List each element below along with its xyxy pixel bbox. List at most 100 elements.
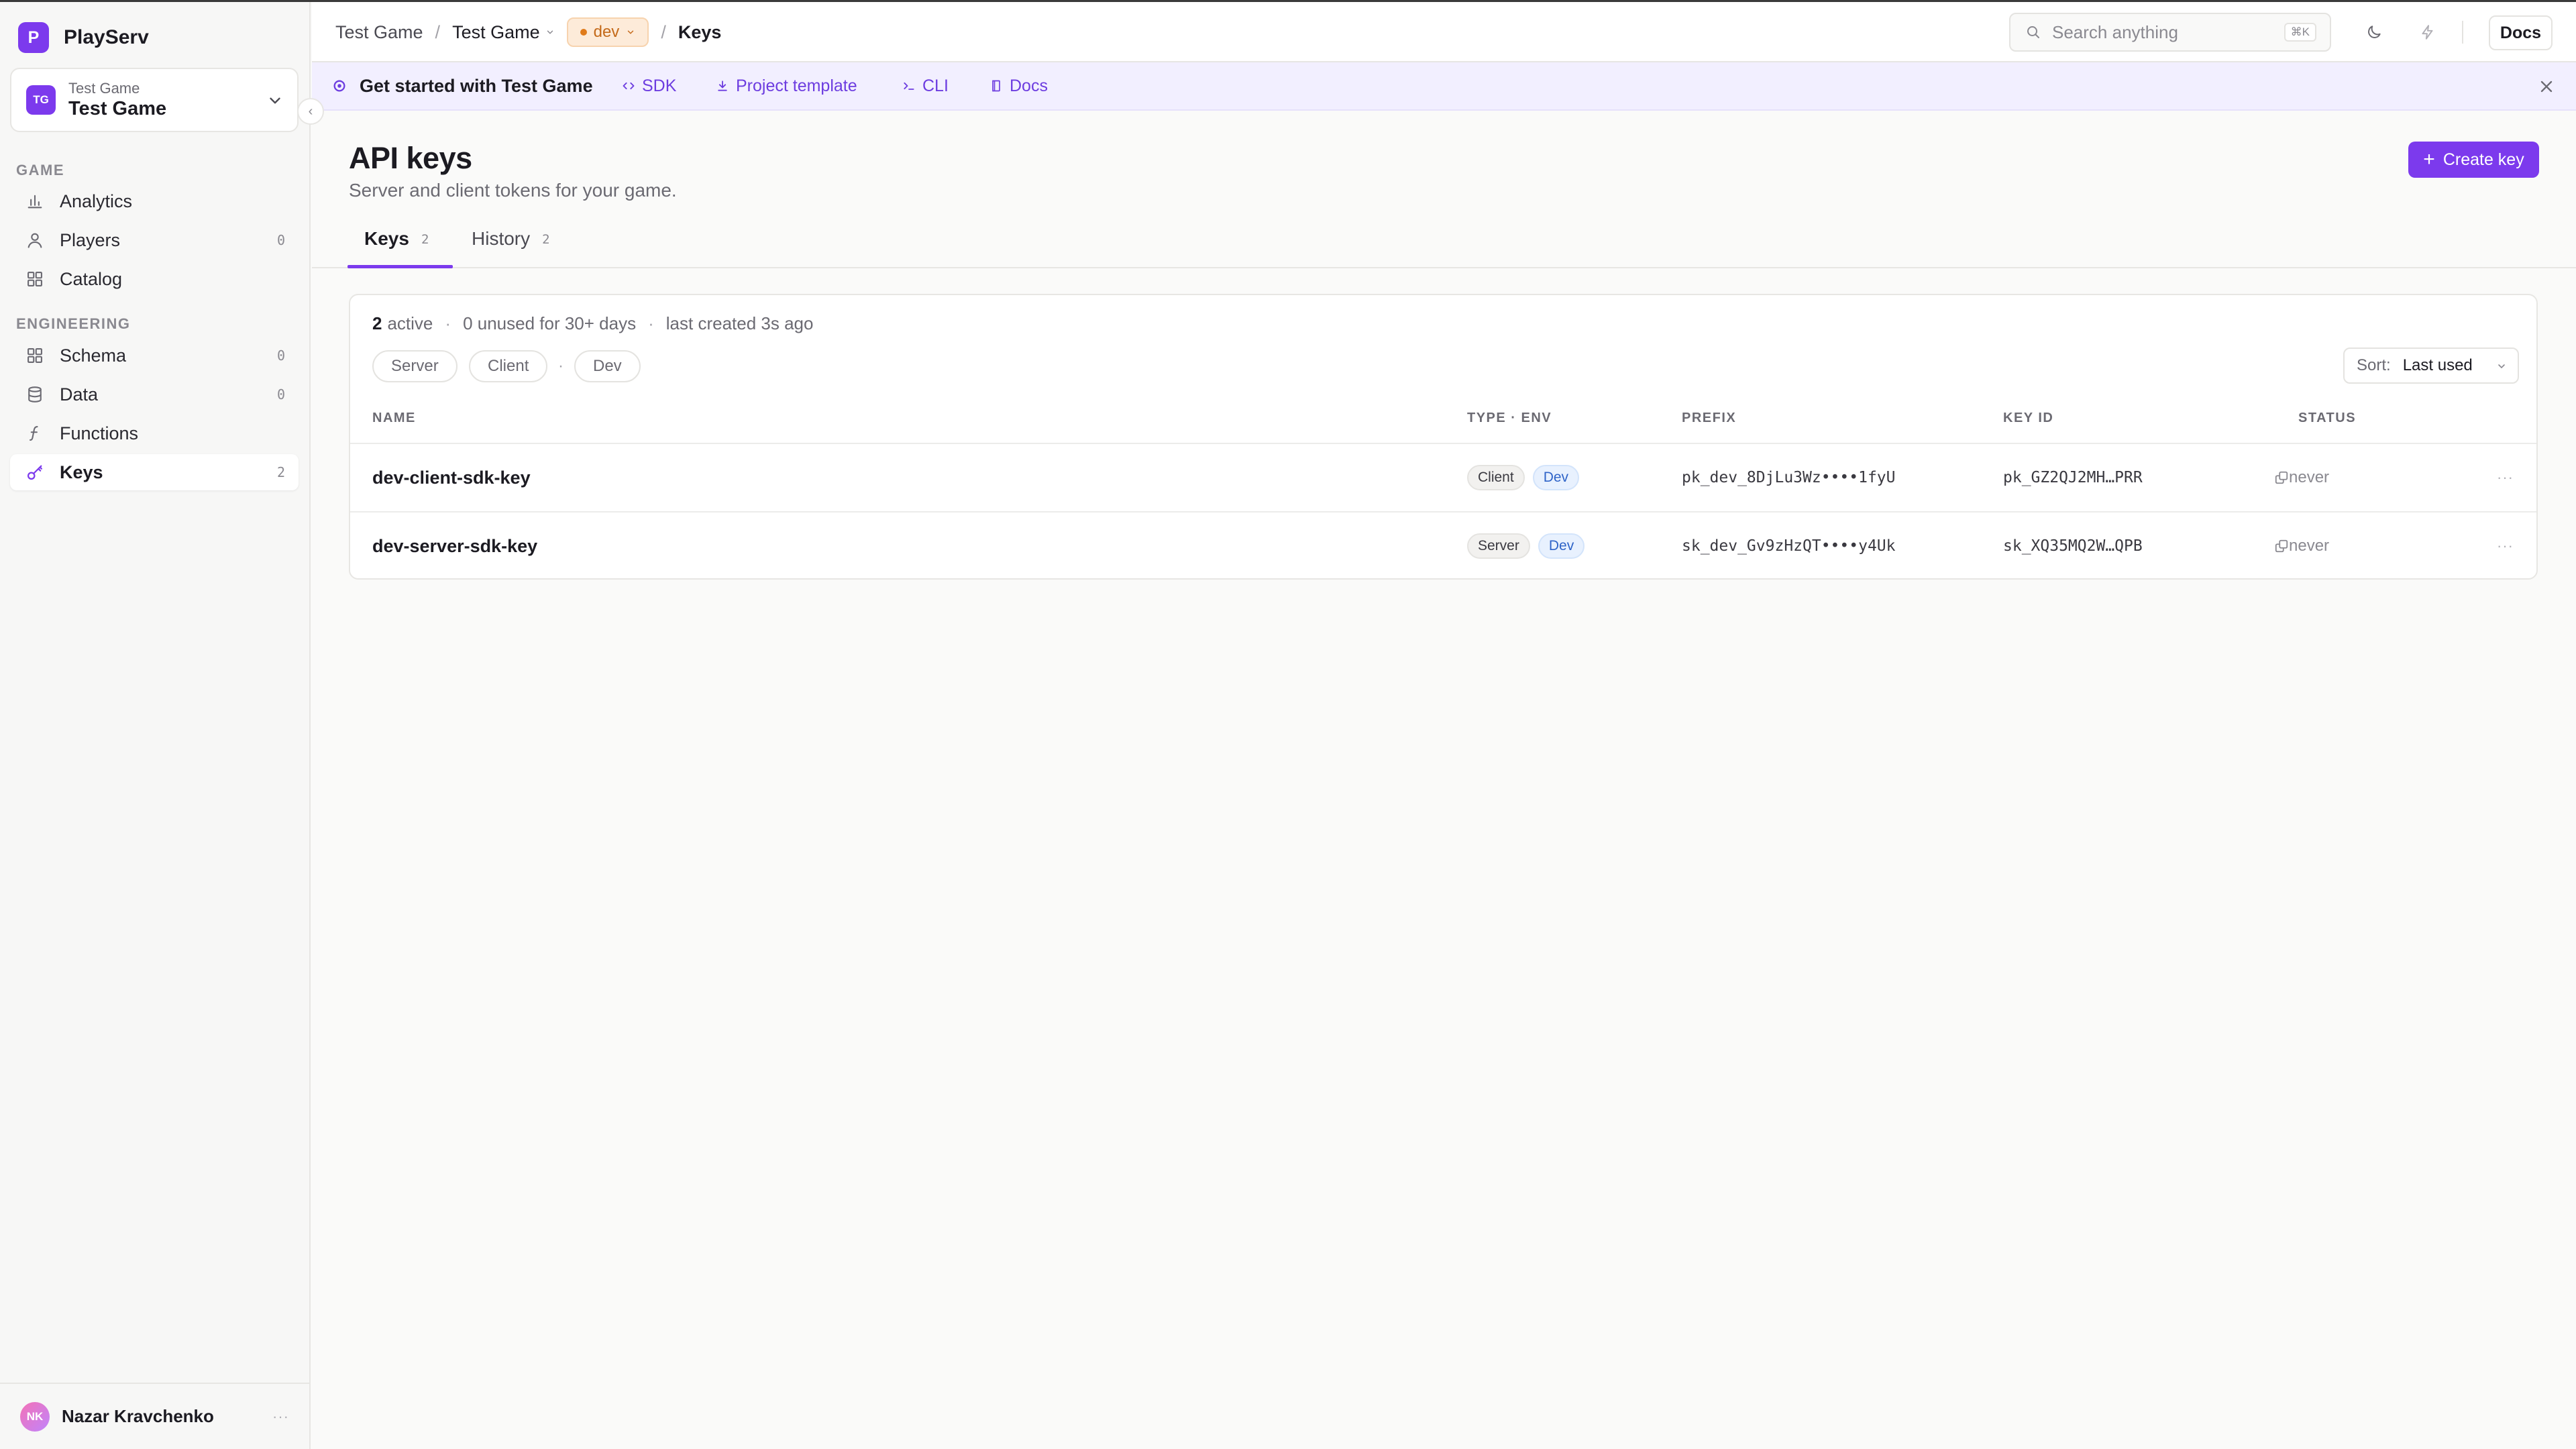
project-subtitle: Test Game: [68, 80, 140, 97]
brand-name: PlayServ: [64, 26, 149, 48]
sidebar-item-analytics[interactable]: Analytics: [10, 183, 299, 219]
tabs-divider: [312, 267, 2576, 268]
key-name[interactable]: dev-client-sdk-key: [372, 468, 531, 488]
sidebar-item-catalog[interactable]: Catalog: [10, 261, 299, 297]
avatar: NK: [20, 1401, 50, 1432]
banner-link-sdk[interactable]: SDK: [622, 76, 676, 96]
grid-icon: [25, 269, 45, 289]
sidebar-item-players[interactable]: Players 0: [10, 222, 299, 258]
active-tab-indicator: [347, 265, 453, 268]
breadcrumb-project-dropdown[interactable]: Test Game: [452, 22, 555, 43]
grid-icon: [25, 345, 45, 366]
table-row[interactable]: dev-client-sdk-key Client Dev pk_dev_8Dj…: [350, 443, 2536, 511]
column-header-key-id[interactable]: KEY ID: [2003, 411, 2053, 426]
banner-link-cli[interactable]: CLI: [902, 76, 949, 96]
sort-dropdown[interactable]: Sort: Last used: [2343, 347, 2519, 384]
sidebar-item-keys[interactable]: Keys 2: [10, 454, 299, 490]
banner-link-project-template[interactable]: Project template: [716, 76, 857, 96]
row-more-icon[interactable]: ···: [2497, 469, 2514, 486]
search-input[interactable]: Search anything ⌘K: [2009, 13, 2331, 52]
filter-chip-dev[interactable]: Dev: [574, 350, 641, 382]
sidebar-item-count: 0: [276, 347, 285, 364]
column-header-status[interactable]: STATUS: [2298, 411, 2356, 426]
sidebar-item-schema[interactable]: Schema 0: [10, 337, 299, 374]
project-avatar: TG: [26, 85, 56, 115]
tab-count: 2: [421, 232, 429, 247]
key-env-badge: Dev: [1532, 465, 1580, 490]
environment-dot-icon: [580, 29, 587, 36]
column-header-type-env[interactable]: TYPE · ENV: [1467, 411, 1552, 426]
function-icon: [25, 423, 45, 443]
sidebar-item-functions[interactable]: Functions: [10, 415, 299, 451]
sort-value: Last used: [2402, 356, 2473, 374]
sidebar-item-label: Catalog: [60, 268, 123, 289]
column-header-name[interactable]: NAME: [372, 411, 416, 426]
filter-chip-client[interactable]: Client: [469, 350, 548, 382]
project-switcher[interactable]: TG Test Game Test Game: [10, 68, 299, 132]
filter-chip-server[interactable]: Server: [372, 350, 458, 382]
sidebar-item-label: Players: [60, 229, 121, 250]
create-key-button[interactable]: + Create key: [2408, 142, 2539, 178]
tab-history[interactable]: History 2: [472, 228, 550, 268]
sidebar-item-data[interactable]: Data 0: [10, 376, 299, 413]
breadcrumb-separator: /: [435, 21, 441, 42]
keys-summary: 2 active · 0 unused for 30+ days · last …: [372, 313, 813, 334]
link-icon: [2275, 471, 2288, 484]
environment-dropdown[interactable]: dev: [566, 17, 649, 47]
sidebar-item-label: Data: [60, 384, 99, 405]
collapse-sidebar-button[interactable]: ‹: [297, 98, 324, 125]
lightning-icon[interactable]: [2416, 21, 2439, 44]
brand[interactable]: P PlayServ: [18, 22, 149, 53]
key-prefix: sk_dev_Gv9zHzQT••••y4Uk: [1682, 537, 1896, 555]
key-type-badge: Client: [1467, 465, 1525, 490]
chevron-down-icon: [547, 30, 553, 34]
docs-button[interactable]: Docs: [2489, 15, 2553, 50]
tab-label: History: [472, 228, 531, 249]
row-more-icon[interactable]: ···: [2497, 537, 2514, 555]
breadcrumb: Test Game / Test Game dev / Keys: [335, 2, 721, 62]
user-menu[interactable]: NK Nazar Kravchenko ···: [0, 1383, 309, 1449]
key-status: never: [2289, 468, 2330, 486]
plus-icon: +: [2423, 148, 2435, 170]
download-icon: [718, 80, 727, 91]
banner-link-label: SDK: [642, 76, 677, 95]
chevron-down-icon: [2498, 364, 2505, 369]
filter-separator: ·: [558, 357, 564, 375]
sidebar-item-label: Schema: [60, 345, 127, 366]
theme-toggle-moon-icon[interactable]: [2363, 21, 2385, 44]
key-id[interactable]: sk_XQ35MQ2W…QPB: [2003, 537, 2143, 555]
create-key-label: Create key: [2443, 150, 2524, 169]
search-icon: [2027, 26, 2039, 38]
active-count: 2: [372, 313, 382, 333]
more-icon[interactable]: ···: [272, 1408, 289, 1426]
table-row[interactable]: dev-server-sdk-key Server Dev sk_dev_Gv9…: [350, 511, 2536, 578]
banner-link-label: CLI: [922, 76, 949, 95]
breadcrumb-org[interactable]: Test Game: [335, 22, 423, 43]
breadcrumb-separator: /: [661, 21, 666, 42]
environment-label: dev: [593, 23, 620, 41]
brand-logo: P: [18, 22, 49, 53]
unused-summary: 0 unused for 30+ days: [463, 313, 637, 333]
tab-keys[interactable]: Keys 2: [364, 228, 429, 268]
page-subtitle: Server and client tokens for your game.: [349, 180, 677, 201]
column-header-prefix[interactable]: PREFIX: [1682, 411, 1736, 426]
link-icon: [2275, 539, 2288, 553]
key-type-badge: Server: [1467, 533, 1530, 559]
chevron-down-icon: [270, 97, 280, 104]
banner-link-docs[interactable]: Docs: [989, 76, 1048, 96]
summary-separator: ·: [648, 313, 654, 333]
last-created-summary: last created 3s ago: [665, 313, 814, 333]
key-prefix: pk_dev_8DjLu3Wz••••1fyU: [1682, 469, 1896, 486]
nav-section-engineering: ENGINEERING: [16, 315, 131, 332]
key-status: never: [2289, 537, 2330, 555]
keys-card: 2 active · 0 unused for 30+ days · last …: [349, 294, 2538, 580]
key-name[interactable]: dev-server-sdk-key: [372, 536, 537, 557]
close-icon[interactable]: [2537, 77, 2556, 96]
key-env-badge: Dev: [1538, 533, 1585, 559]
bar-chart-icon: [25, 191, 45, 211]
key-id[interactable]: pk_GZ2QJ2MH…PRR: [2003, 469, 2143, 486]
search-shortcut: ⌘K: [2284, 23, 2316, 42]
user-icon: [25, 230, 45, 250]
banner-link-label: Docs: [1010, 76, 1048, 95]
banner-link-label: Project template: [736, 76, 857, 95]
